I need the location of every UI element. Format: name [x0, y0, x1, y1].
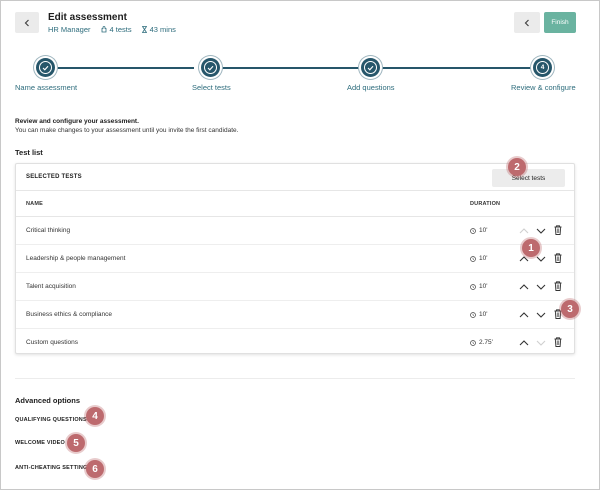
test-duration: 2.75': [470, 339, 493, 346]
assessment-meta: HR Manager 4 tests 43 mins: [48, 25, 176, 34]
step-1-circle[interactable]: [36, 58, 55, 77]
test-name: Critical thinking: [26, 227, 71, 234]
step-label-name-assessment[interactable]: Name assessment: [15, 83, 77, 92]
table-row: Custom questions 2.75': [16, 329, 574, 357]
test-duration: 10': [470, 227, 487, 234]
chevron-left-icon: [524, 19, 529, 26]
step-label-add-questions[interactable]: Add questions: [347, 83, 395, 92]
welcome-video-toggle[interactable]: WELCOME VIDEO: [15, 440, 74, 446]
section-divider: [15, 378, 575, 379]
advanced-options-heading: Advanced options: [15, 396, 81, 405]
move-down-icon[interactable]: [535, 309, 547, 321]
move-up-icon[interactable]: [518, 309, 530, 321]
step-2-circle[interactable]: [201, 58, 220, 77]
callout-badge: 3: [561, 300, 579, 318]
table-row: Critical thinking 10': [16, 217, 574, 245]
anti-cheating-settings-toggle[interactable]: ANTI-CHEATING SETTINGS: [15, 465, 91, 471]
test-duration: 10': [470, 255, 487, 262]
review-description: You can make changes to your assessment …: [15, 127, 239, 134]
selected-tests-card: SELECTED TESTS Select tests NAME DURATIO…: [15, 163, 575, 354]
move-down-icon[interactable]: [535, 337, 547, 349]
trash-icon[interactable]: [553, 224, 563, 236]
clock-icon: [470, 227, 476, 234]
column-header-duration: DURATION: [470, 201, 501, 207]
test-name: Talent acquisition: [26, 283, 76, 290]
check-icon: [207, 65, 214, 71]
test-list-heading: Test list: [15, 148, 43, 157]
duration-total: 43 mins: [141, 25, 176, 34]
test-name: Business ethics & compliance: [26, 311, 112, 318]
table-row: Business ethics & compliance 10': [16, 301, 574, 329]
select-tests-button[interactable]: Select tests: [492, 169, 565, 187]
test-duration: 10': [470, 283, 487, 290]
test-name: Leadership & people management: [26, 255, 126, 262]
review-heading: Review and configure your assessment.: [15, 118, 139, 125]
previous-step-button[interactable]: [514, 12, 540, 33]
clock-icon: [470, 255, 476, 262]
back-button[interactable]: [15, 12, 39, 33]
move-up-icon[interactable]: [518, 281, 530, 293]
callout-badge: 1: [522, 239, 540, 257]
selected-tests-title: SELECTED TESTS: [26, 174, 82, 180]
clock-icon: [470, 311, 476, 318]
move-down-icon[interactable]: [535, 281, 547, 293]
table-row: Talent acquisition 10': [16, 273, 574, 301]
page-title: Edit assessment: [48, 12, 127, 23]
puzzle-icon: [101, 26, 106, 33]
check-icon: [42, 65, 49, 71]
hourglass-icon: [141, 26, 147, 33]
clock-icon: [470, 339, 476, 346]
callout-badge: 6: [86, 460, 104, 478]
trash-icon[interactable]: [553, 252, 563, 264]
test-duration: 10': [470, 311, 487, 318]
role-name: HR Manager: [48, 25, 91, 34]
column-header-name: NAME: [26, 201, 43, 207]
finish-button[interactable]: Finish: [544, 12, 576, 33]
trash-icon[interactable]: [553, 280, 563, 292]
callout-badge: 2: [508, 158, 526, 176]
clock-icon: [470, 283, 476, 290]
step-connector: [220, 67, 361, 69]
callout-badge: 4: [86, 407, 104, 425]
move-up-icon[interactable]: [518, 225, 530, 237]
check-icon: [367, 65, 374, 71]
chevron-left-icon: [24, 19, 29, 26]
qualifying-questions-toggle[interactable]: QUALIFYING QUESTIONS: [15, 417, 96, 423]
move-up-icon[interactable]: [518, 337, 530, 349]
card-header: SELECTED TESTS Select tests: [16, 164, 574, 191]
step-3-circle[interactable]: [361, 58, 380, 77]
step-label-select-tests[interactable]: Select tests: [192, 83, 231, 92]
test-name: Custom questions: [26, 339, 79, 346]
step-connector: [55, 67, 194, 69]
table-row: Leadership & people management 10': [16, 245, 574, 273]
move-down-icon[interactable]: [535, 225, 547, 237]
trash-icon[interactable]: [553, 336, 563, 348]
tests-count: 4 tests: [101, 25, 132, 34]
step-label-review-configure: Review & configure: [511, 83, 576, 92]
callout-badge: 5: [67, 434, 85, 452]
step-4-circle: 4: [533, 58, 552, 77]
step-connector: [380, 67, 533, 69]
